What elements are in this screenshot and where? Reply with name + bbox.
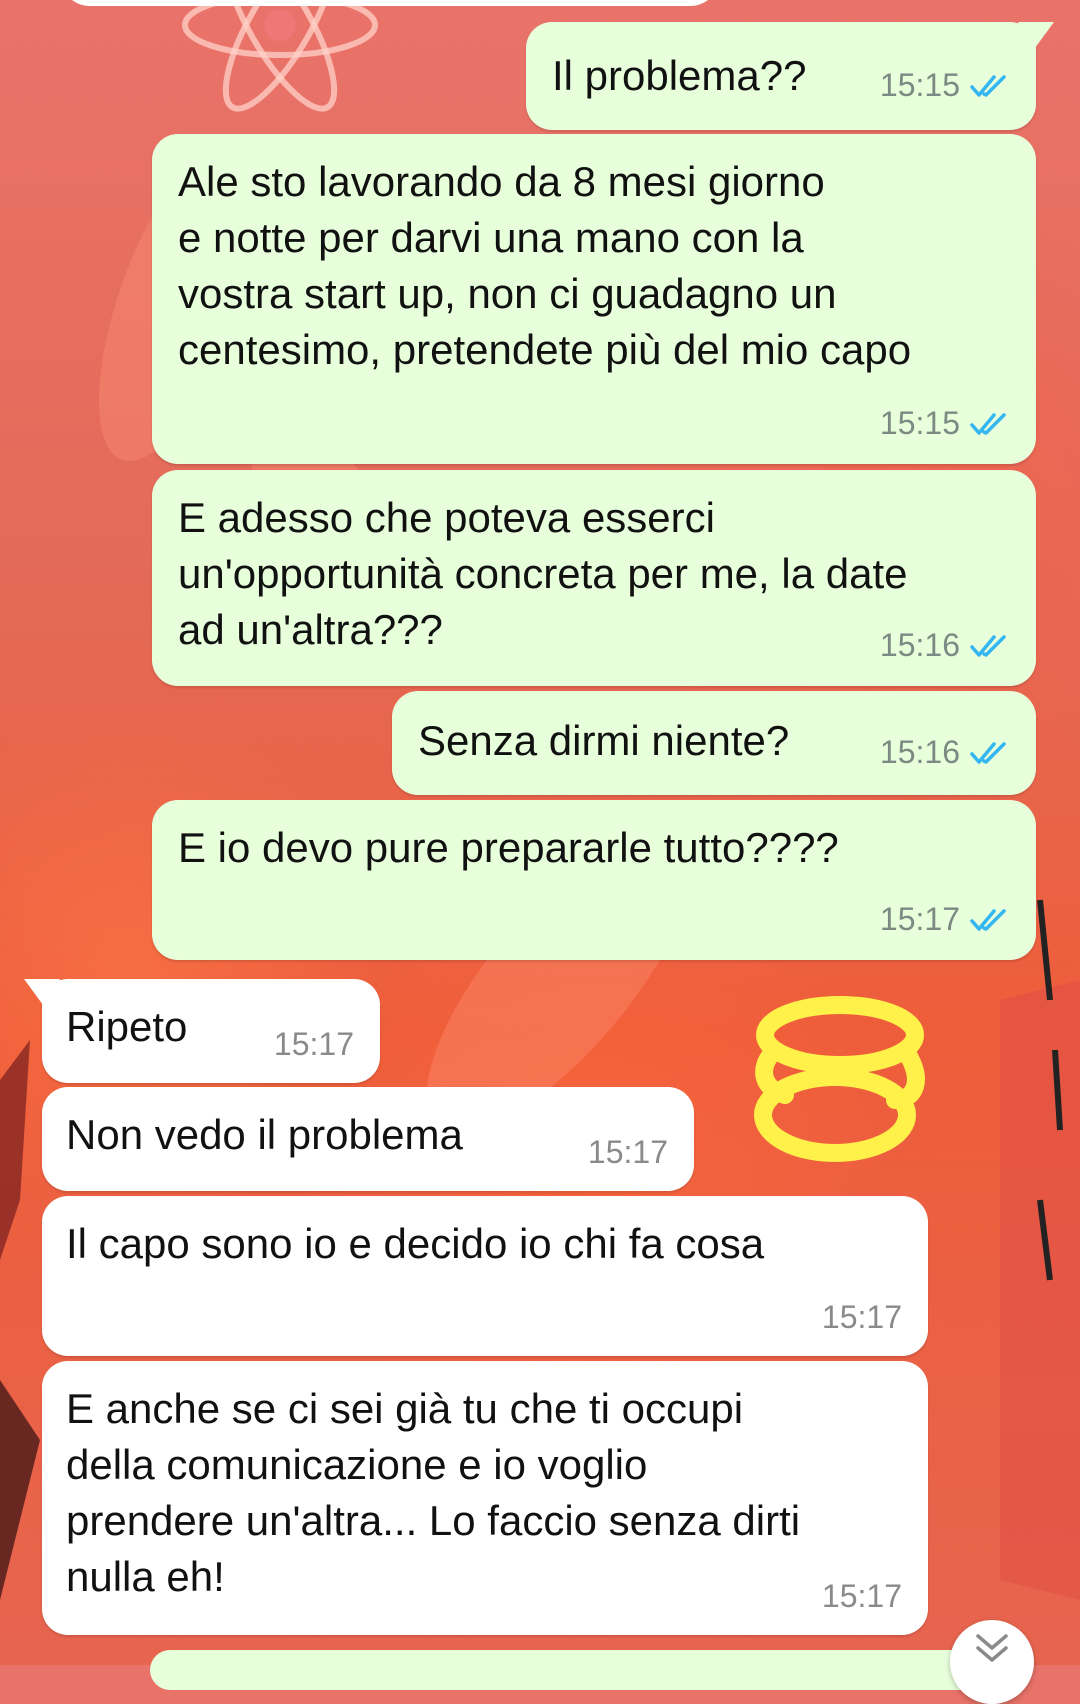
message-text: Non vedo il problema bbox=[66, 1111, 463, 1158]
double-check-icon bbox=[970, 74, 1006, 97]
message-text: Senza dirmi niente? bbox=[418, 717, 790, 764]
message-bubble-outgoing[interactable]: E adesso che poteva esserci un'opportuni… bbox=[152, 470, 1036, 686]
message-text: Il capo sono io e decido io chi fa cosa bbox=[66, 1220, 765, 1267]
message-bubble-outgoing[interactable]: Il problema?? 15:15 bbox=[526, 22, 1054, 130]
message-text: Ripeto bbox=[66, 1003, 188, 1050]
next-message-edge bbox=[150, 1650, 1030, 1690]
message-bubble-outgoing[interactable]: Senza dirmi niente? 15:16 bbox=[392, 691, 1036, 795]
double-check-icon bbox=[970, 634, 1006, 657]
message-text: E anche se ci sei già tu che ti occupi d… bbox=[66, 1385, 801, 1600]
bubble-tail bbox=[24, 979, 60, 1009]
message-text: E io devo pure prepararle tutto???? bbox=[178, 824, 839, 871]
message-time: 15:16 bbox=[879, 627, 960, 663]
message-time: 15:17 bbox=[821, 1578, 902, 1614]
message-text: E adesso che poteva esserci un'opportuni… bbox=[178, 494, 908, 653]
message-time: 15:15 bbox=[879, 405, 960, 441]
message-time: 15:16 bbox=[879, 734, 960, 770]
message-bubble-outgoing[interactable]: E io devo pure prepararle tutto???? 15:1… bbox=[152, 800, 1036, 960]
double-check-icon bbox=[970, 908, 1006, 931]
message-bubble-incoming[interactable]: Non vedo il problema 15:17 bbox=[42, 1087, 694, 1191]
message-bubble-incoming[interactable]: Ripeto 15:17 bbox=[24, 979, 380, 1083]
message-time: 15:17 bbox=[273, 1026, 354, 1062]
previous-message-edge bbox=[60, 0, 720, 6]
message-time: 15:17 bbox=[587, 1134, 668, 1170]
message-time: 15:17 bbox=[879, 901, 960, 937]
message-bubble-incoming[interactable]: E anche se ci sei già tu che ti occupi d… bbox=[42, 1361, 928, 1635]
message-bubble-incoming[interactable]: Il capo sono io e decido io chi fa cosa … bbox=[42, 1196, 928, 1356]
highlighter-scribble bbox=[754, 996, 925, 1162]
message-time: 15:17 bbox=[821, 1299, 902, 1335]
message-text: Ale sto lavorando da 8 mesi giorno e not… bbox=[178, 158, 912, 373]
double-check-icon bbox=[970, 741, 1006, 764]
scroll-to-bottom-button[interactable] bbox=[950, 1620, 1034, 1704]
double-check-icon bbox=[970, 412, 1006, 435]
chevron-double-down-icon bbox=[976, 1634, 1008, 1662]
message-text: Il problema?? bbox=[552, 52, 807, 99]
message-time: 15:15 bbox=[879, 67, 960, 103]
bubble-tail bbox=[1018, 22, 1054, 52]
message-bubble-outgoing[interactable]: Ale sto lavorando da 8 mesi giorno e not… bbox=[152, 134, 1036, 464]
